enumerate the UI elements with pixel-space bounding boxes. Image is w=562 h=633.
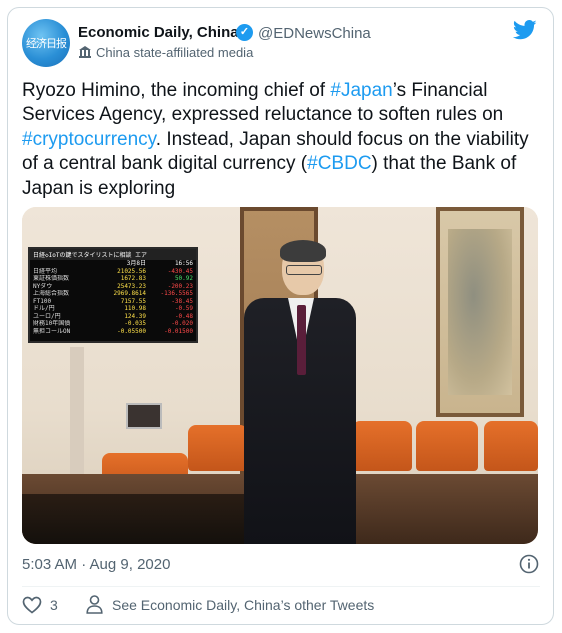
state-media-flag-icon xyxy=(79,46,91,58)
ticker-row: 上海総合指数 2969.8614 -136.5565 xyxy=(30,290,196,298)
ticker-label: FT100 xyxy=(33,297,52,305)
chair xyxy=(352,421,412,471)
tweet-photo[interactable]: 日経◇IoTの鍵でスタイリストに相談 エア 3月8日 16:56 日経平均 210… xyxy=(22,207,538,544)
market-ticker-screen: 日経◇IoTの鍵でスタイリストに相談 エア 3月8日 16:56 日経平均 210… xyxy=(28,247,198,343)
ticker-value: 7157.55 xyxy=(120,297,146,305)
ticker-value: -0.035 xyxy=(124,320,146,327)
ticker-row: 東証株価指数 1672.83 50.92 xyxy=(30,275,196,283)
ticker-change: -0.59 xyxy=(174,305,193,312)
chair xyxy=(484,421,538,471)
ticker-value: 2969.8614 xyxy=(113,290,146,297)
ticker-row: ユーロ/円 124.39 -0.48 xyxy=(30,313,196,321)
tweet-text: Ryozo Himino, the incoming chief of #Jap… xyxy=(22,79,532,201)
ticker-value: -0.05500 xyxy=(117,327,146,335)
ticker-label: 東証株価指数 xyxy=(33,275,70,282)
wall-scroll-right xyxy=(436,207,524,417)
heart-icon[interactable] xyxy=(22,596,42,614)
ticker-time: 16:56 xyxy=(174,260,193,267)
ticker-value: 124.39 xyxy=(124,312,146,320)
info-icon[interactable] xyxy=(519,554,539,574)
divider xyxy=(22,586,540,587)
ticker-change: -200.23 xyxy=(167,282,193,290)
ticker-row: 無担コールON -0.05500 -0.01500 xyxy=(30,328,196,336)
hashtag-link[interactable]: #CBDC xyxy=(307,153,371,174)
chair xyxy=(188,425,248,471)
ticker-date: 3月8日 xyxy=(126,260,146,267)
ticker-change: -0.020 xyxy=(171,320,193,327)
ticker-row: NYダウ 25473.23 -200.23 xyxy=(30,283,196,291)
twitter-bird-icon[interactable] xyxy=(513,20,537,40)
ticker-change: -38.45 xyxy=(171,297,193,305)
ticker-change: -430.45 xyxy=(167,267,193,275)
ticker-change: -136.5565 xyxy=(160,290,193,297)
ticker-row: 財務10年国債 -0.035 -0.020 xyxy=(30,320,196,328)
hashtag-link[interactable]: #Japan xyxy=(330,80,392,101)
ticker-label: 財務10年国債 xyxy=(33,320,71,327)
desk-photo-frame xyxy=(126,403,162,429)
ticker-label: 日経平均 xyxy=(33,267,58,275)
ticker-rows: 日経平均 21025.56 -430.45 東証株価指数 1672.83 50.92 NYダ… xyxy=(30,268,196,336)
ticker-label: 無担コールON xyxy=(33,327,71,335)
verified-badge-icon: ✓ xyxy=(236,24,253,41)
like-count[interactable]: 3 xyxy=(50,597,58,613)
ticker-row: 日経平均 21025.56 -430.45 xyxy=(30,268,196,276)
ticker-row: FT100 7157.55 -38.45 xyxy=(30,298,196,306)
ticker-value: 25473.23 xyxy=(117,282,146,290)
ticker-value: 1672.83 xyxy=(120,275,146,282)
ticker-label: ユーロ/円 xyxy=(33,312,61,320)
person-icon[interactable] xyxy=(86,595,103,614)
ticker-value: 110.98 xyxy=(124,305,146,312)
author-handle[interactable]: @EDNewsChina xyxy=(258,25,371,42)
see-other-tweets-link[interactable]: See Economic Daily, China’s other Tweets xyxy=(112,597,374,613)
tweet-text-segment: Ryozo Himino, the incoming chief of xyxy=(22,80,331,101)
pictured-person xyxy=(244,240,356,544)
ticker-change: -0.48 xyxy=(174,312,193,320)
ticker-change: 50.92 xyxy=(174,275,193,282)
ticker-header: 日経◇IoTの鍵でスタイリストに相談 エア xyxy=(30,249,196,260)
affiliation-label[interactable]: China state-affiliated media xyxy=(96,45,253,60)
ticker-value: 21025.56 xyxy=(117,267,146,275)
hashtag-link[interactable]: #cryptocurrency xyxy=(22,129,156,150)
ticker-change: -0.01500 xyxy=(164,327,193,335)
ticker-label: NYダウ xyxy=(33,282,53,290)
author-name[interactable]: Economic Daily, China xyxy=(78,24,239,41)
ticker-label: ドル/円 xyxy=(33,305,55,312)
ticker-label: 上海総合指数 xyxy=(33,290,70,297)
author-avatar[interactable]: 经济日报 xyxy=(22,19,70,67)
avatar-text: 经济日报 xyxy=(26,37,67,50)
chair xyxy=(416,421,478,471)
ticker-row: ドル/円 110.98 -0.59 xyxy=(30,305,196,313)
tweet-timestamp[interactable]: 5:03 AM · Aug 9, 2020 xyxy=(22,556,170,573)
